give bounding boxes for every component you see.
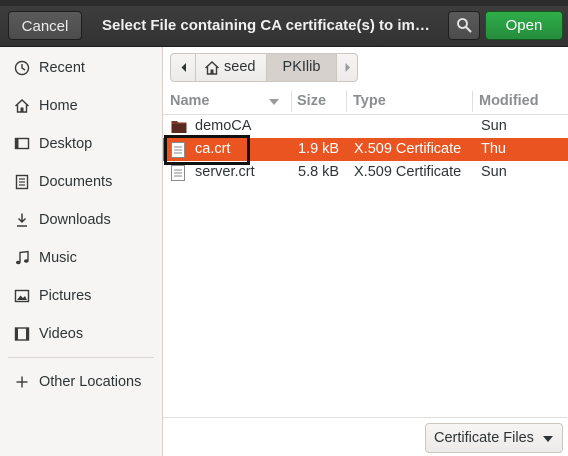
sidebar-item-label: Videos — [39, 326, 84, 342]
sidebar-item-label: Desktop — [39, 136, 93, 152]
places-sidebar: Recent Home Desktop Documents Downloads … — [0, 47, 163, 456]
file-type: X.509 Certificate — [354, 164, 462, 180]
file-list-pane: seed PKIlib Name Size Type Modified demo… — [163, 47, 568, 417]
home-icon — [205, 61, 219, 75]
sidebar-item-label: Other Locations — [39, 374, 142, 390]
chevron-right-icon — [345, 63, 350, 72]
sidebar-item-music[interactable]: Music — [0, 243, 162, 273]
sidebar-item-label: Music — [39, 250, 77, 266]
path-segment-current[interactable]: PKIlib — [266, 53, 337, 82]
search-button[interactable] — [448, 11, 480, 40]
column-header-name[interactable]: Name — [170, 89, 210, 114]
column-separator — [346, 91, 347, 112]
header-bar: Cancel Select File containing CA certifi… — [0, 6, 568, 47]
document-icon — [15, 174, 29, 190]
dialog-footer: Certificate Files — [163, 417, 568, 456]
sidebar-item-documents[interactable]: Documents — [0, 167, 162, 197]
desktop-icon — [14, 137, 30, 150]
chevron-down-icon — [543, 436, 553, 442]
file-modified: Sun — [481, 164, 507, 180]
dialog-title: Select File containing CA certificate(s)… — [102, 17, 430, 34]
sidebar-item-label: Home — [39, 98, 78, 114]
music-icon — [16, 250, 29, 265]
column-separator — [472, 91, 473, 112]
sort-descending-icon — [269, 99, 279, 105]
sidebar-item-label: Downloads — [39, 212, 111, 228]
download-icon — [17, 213, 27, 227]
sidebar-item-home[interactable]: Home — [0, 91, 162, 121]
path-segment-label: seed — [224, 59, 256, 75]
path-segment-home[interactable]: seed — [195, 53, 267, 82]
sidebar-item-other-locations[interactable]: Other Locations — [0, 367, 162, 397]
picture-icon — [14, 289, 30, 303]
video-icon — [14, 327, 30, 341]
plus-icon — [16, 376, 28, 388]
column-separator — [291, 91, 292, 112]
folder-icon — [171, 121, 187, 133]
column-header-row: Name Size Type Modified — [163, 89, 568, 115]
sidebar-item-pictures[interactable]: Pictures — [0, 281, 162, 311]
sidebar-separator — [8, 357, 154, 358]
cancel-button[interactable]: Cancel — [8, 11, 82, 40]
open-button[interactable]: Open — [485, 11, 563, 40]
file-type-filter-dropdown[interactable]: Certificate Files — [425, 423, 563, 453]
highlight-annotation-box — [164, 135, 250, 165]
sidebar-item-label: Pictures — [39, 288, 92, 304]
sidebar-item-label: Documents — [39, 174, 113, 190]
filter-selected-label: Certificate Files — [434, 430, 534, 446]
sidebar-item-label: Recent — [39, 60, 85, 76]
home-icon — [15, 99, 29, 113]
text-file-icon — [171, 165, 185, 181]
file-size: 5.8 kB — [298, 164, 340, 180]
chevron-left-icon — [181, 63, 186, 72]
column-header-type[interactable]: Type — [353, 89, 386, 114]
file-type: X.509 Certificate — [354, 141, 462, 157]
path-scroll-right-button[interactable] — [336, 53, 358, 82]
sidebar-item-recent[interactable]: Recent — [0, 53, 162, 83]
path-scroll-left-button[interactable] — [170, 53, 196, 82]
column-header-size[interactable]: Size — [297, 89, 326, 114]
sidebar-item-videos[interactable]: Videos — [0, 319, 162, 349]
file-chooser-dialog: Cancel Select File containing CA certifi… — [0, 0, 568, 456]
clock-icon — [14, 60, 30, 76]
file-modified: Thu — [481, 141, 506, 157]
file-size: 1.9 kB — [298, 141, 340, 157]
sidebar-item-desktop[interactable]: Desktop — [0, 129, 162, 159]
search-icon — [457, 18, 472, 33]
file-modified: Sun — [481, 118, 507, 134]
column-header-modified[interactable]: Modified — [479, 89, 539, 114]
sidebar-item-downloads[interactable]: Downloads — [0, 205, 162, 235]
